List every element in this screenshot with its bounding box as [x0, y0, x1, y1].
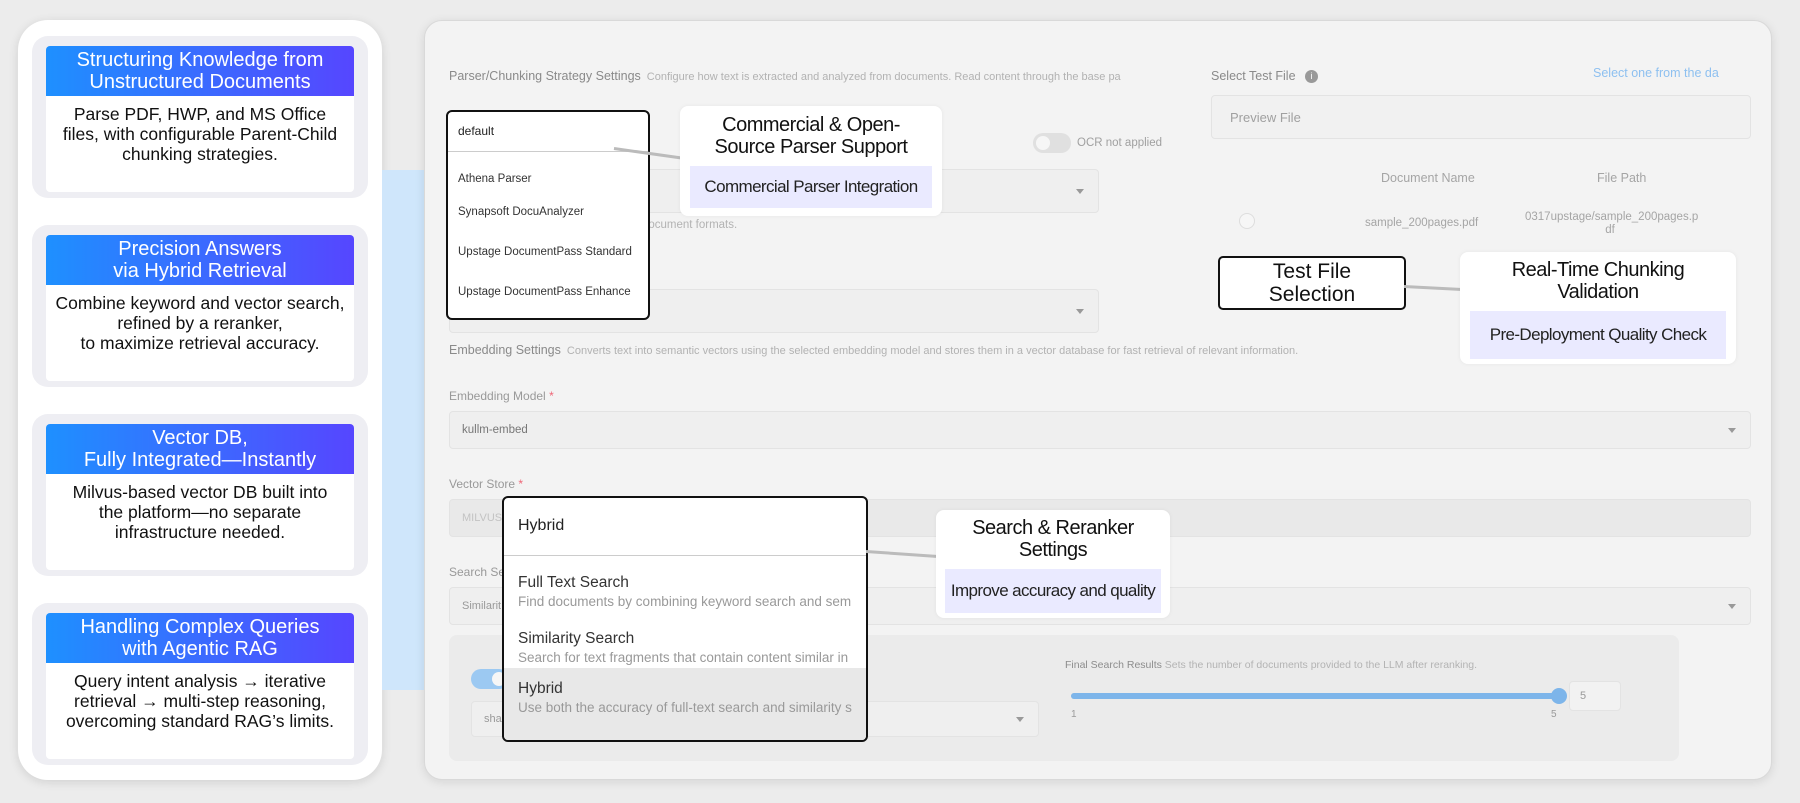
- embedding-section-header: Embedding Settings Converts text into sem…: [449, 343, 1298, 357]
- file-radio[interactable]: [1239, 213, 1255, 229]
- embedding-section-title: Embedding Settings: [449, 343, 561, 357]
- feature-card-inner: Precision Answers via Hybrid Retrieval C…: [46, 235, 354, 381]
- embedding-model-label-text: Embedding Model: [449, 389, 546, 403]
- parser-dropdown: default Athena Parser Synapsoft DocuAnal…: [446, 110, 650, 320]
- embedding-model-value: kullm-embed: [462, 424, 528, 436]
- search-option-desc: Find documents by combining keyword sear…: [518, 594, 852, 609]
- ocr-toggle[interactable]: [1033, 133, 1071, 153]
- parser-dropdown-selected[interactable]: default: [448, 112, 648, 152]
- info-icon[interactable]: i: [1305, 70, 1319, 83]
- slider-thumb[interactable]: [1551, 688, 1567, 704]
- ocr-label: OCR not applied: [1077, 137, 1163, 149]
- parser-callout-sub: Commercial Parser Integration: [690, 166, 932, 208]
- embedding-section-desc: Converts text into semantic vectors usin…: [566, 345, 1299, 357]
- vector-store-value: MILVUS: [462, 512, 503, 524]
- parser-callout-title: Commercial & Open- Source Parser Support: [714, 114, 908, 158]
- search-option-similarity[interactable]: Similarity Search Search for text fragme…: [504, 612, 866, 668]
- chunking-callout: Real-Time Chunking Validation Pre-Deploy…: [1460, 252, 1736, 364]
- search-dropdown-selected[interactable]: Hybrid: [504, 498, 866, 556]
- search-option-desc: Search for text fragments that contain c…: [518, 650, 849, 665]
- connector-strip: [382, 170, 424, 690]
- final-results-input[interactable]: 5: [1569, 681, 1621, 711]
- embedding-model-select[interactable]: kullm-embed: [449, 411, 1751, 449]
- chevron-down-icon: [1076, 189, 1084, 194]
- feature-description: Milvus-based vector DB built into the pl…: [72, 482, 328, 542]
- chevron-down-icon: [1016, 717, 1024, 722]
- parser-section-header: Parser/Chunking Strategy Settings Configu…: [449, 69, 1121, 83]
- preview-file-button[interactable]: Preview File: [1211, 95, 1751, 139]
- search-type-value: Similarit: [462, 600, 502, 612]
- slider-fill: [1071, 693, 1559, 699]
- parser-option-athena[interactable]: Athena Parser: [448, 152, 648, 192]
- slider-min-label: 1: [1071, 709, 1077, 720]
- search-callout-title: Search & Reranker Settings: [972, 517, 1134, 561]
- search-option-full-text[interactable]: Full Text Search Find documents by combi…: [504, 556, 866, 612]
- final-results-desc: Sets the number of documents provided to…: [1164, 659, 1478, 671]
- parser-section-title: Parser/Chunking Strategy Settings: [449, 69, 641, 83]
- search-type-dropdown: Hybrid Full Text Search Find documents b…: [502, 496, 868, 742]
- feature-title: Vector DB, Fully Integrated—Instantly: [46, 424, 354, 474]
- required-mark: *: [518, 477, 524, 491]
- chunking-callout-title: Real-Time Chunking Validation: [1511, 259, 1685, 303]
- feature-panel: Structuring Knowledge from Unstructured …: [18, 20, 382, 780]
- parser-option-upstage-standard[interactable]: Upstage DocumentPass Standard: [448, 232, 648, 272]
- feature-card-inner: Structuring Knowledge from Unstructured …: [46, 46, 354, 192]
- search-settings-label: Search Se: [449, 565, 506, 579]
- parser-callout: Commercial & Open- Source Parser Support…: [680, 106, 942, 216]
- search-option-desc: Use both the accuracy of full-text searc…: [518, 700, 852, 715]
- feature-description: Query intent analysis → iterative retrie…: [65, 671, 335, 731]
- feature-card-agentic-rag: Handling Complex Queries with Agentic RA…: [32, 603, 368, 765]
- chevron-down-icon: [1076, 309, 1084, 314]
- final-results-slider[interactable]: [1071, 688, 1567, 704]
- feature-description: Combine keyword and vector search, refin…: [55, 293, 345, 353]
- vector-store-label-text: Vector Store: [449, 477, 516, 491]
- final-results-value: 5: [1580, 690, 1587, 702]
- search-option-name: Hybrid: [518, 680, 563, 697]
- test-file-selection-label: Test File Selection: [1218, 256, 1406, 310]
- vector-store-label: Vector Store *: [449, 477, 523, 491]
- slider-max-label: 5: [1551, 709, 1557, 720]
- feature-title: Handling Complex Queries with Agentic RA…: [46, 613, 354, 663]
- parser-option-upstage-enhance[interactable]: Upstage DocumentPass Enhance: [448, 272, 648, 312]
- feature-description: Parse PDF, HWP, and MS Office files, wit…: [62, 104, 338, 164]
- test-file-header: Select Test File i: [1211, 69, 1319, 83]
- preview-file-label: Preview File: [1230, 109, 1301, 125]
- reranker-value: sha: [484, 713, 502, 725]
- parser-section-desc: Configure how text is extracted and anal…: [646, 71, 1121, 83]
- final-results-header: Final Search Results Sets the number of …: [1065, 659, 1477, 671]
- feature-card-structuring: Structuring Knowledge from Unstructured …: [32, 36, 368, 198]
- search-callout-sub: Improve accuracy and quality: [945, 569, 1161, 613]
- search-option-name: Full Text Search: [518, 574, 629, 591]
- file-name-cell: sample_200pages.pdf: [1365, 217, 1479, 229]
- file-path-cell: 0317upstage/sample_200pages.p df: [1525, 211, 1699, 236]
- final-results-label: Final Search Results: [1065, 659, 1162, 671]
- parser-option-synapsoft[interactable]: Synapsoft DocuAnalyzer: [448, 192, 648, 232]
- select-file-link[interactable]: Select one from the da: [1593, 66, 1719, 80]
- feature-card-inner: Vector DB, Fully Integrated—Instantly Mi…: [46, 424, 354, 570]
- col-file-path: File Path: [1597, 171, 1647, 185]
- required-mark: *: [549, 389, 554, 403]
- feature-card-inner: Handling Complex Queries with Agentic RA…: [46, 613, 354, 759]
- embedding-model-label: Embedding Model *: [449, 389, 554, 403]
- feature-card-vector-db: Vector DB, Fully Integrated—Instantly Mi…: [32, 414, 368, 576]
- search-callout: Search & Reranker Settings Improve accur…: [936, 510, 1170, 618]
- feature-card-hybrid-retrieval: Precision Answers via Hybrid Retrieval C…: [32, 225, 368, 387]
- search-option-hybrid[interactable]: Hybrid Use both the accuracy of full-tex…: [504, 668, 866, 740]
- test-file-label: Select Test File: [1211, 69, 1296, 83]
- chevron-down-icon: [1728, 428, 1736, 433]
- search-option-name: Similarity Search: [518, 630, 635, 647]
- col-document-name: Document Name: [1381, 171, 1475, 185]
- chunking-callout-sub: Pre-Deployment Quality Check: [1470, 311, 1726, 359]
- feature-title: Structuring Knowledge from Unstructured …: [46, 46, 354, 96]
- chevron-down-icon: [1728, 604, 1736, 609]
- feature-title: Precision Answers via Hybrid Retrieval: [46, 235, 354, 285]
